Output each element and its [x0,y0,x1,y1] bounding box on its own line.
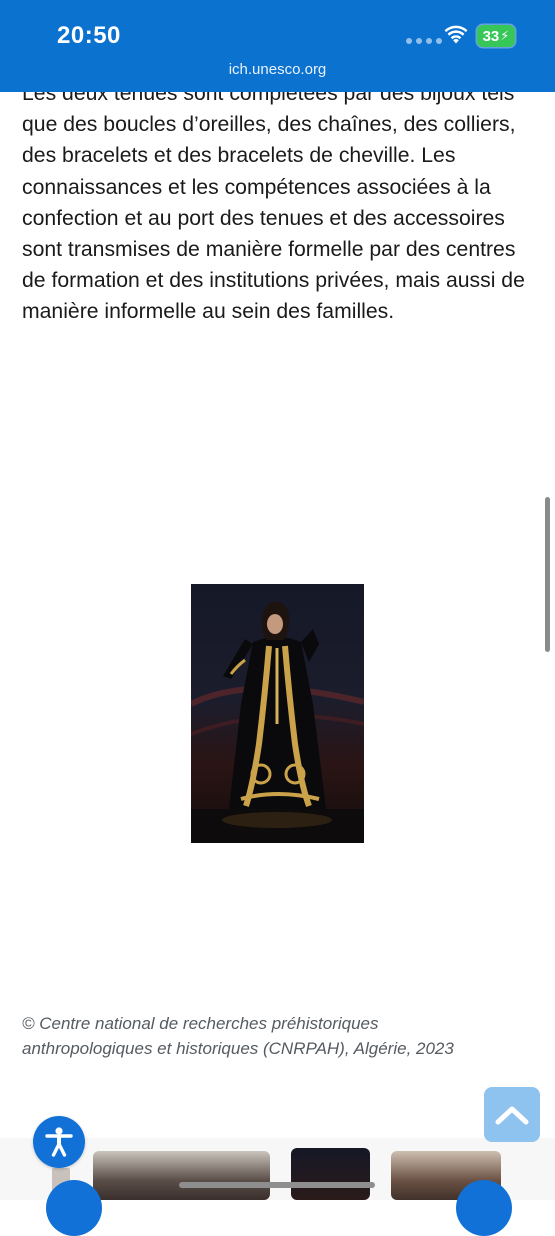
gallery-thumbnail[interactable] [93,1151,270,1200]
gallery-prev-button[interactable] [46,1180,102,1236]
gallery-next-button[interactable] [456,1180,512,1236]
accessibility-icon [45,1127,73,1157]
article-body: Les deux tenues sont complétées par des … [22,78,537,328]
gallery-thumbnail-active[interactable] [291,1148,370,1200]
address-bar-url[interactable]: ich.unesco.org [0,61,555,78]
caftan-figure [191,601,364,843]
accessibility-button[interactable] [33,1116,85,1168]
cellular-signal-icon [406,38,442,44]
battery-charging-icon: 33 ⚡ [477,25,515,47]
wifi-icon [444,25,468,44]
scrollbar[interactable] [545,497,550,652]
caption-line-1: © Centre national de recherches préhisto… [22,1014,379,1033]
home-indicator [179,1182,375,1188]
article-paragraph: Les deux tenues sont complétées par des … [22,82,525,324]
caftan-photo[interactable] [191,584,364,843]
browser-top-bar: 20:50 33 ⚡ ich.unesco.org [0,0,555,92]
back-to-top-button[interactable] [484,1087,540,1142]
battery-level: 33 [482,27,500,45]
chevron-up-icon [495,1106,529,1124]
photo-caption: © Centre national de recherches préhisto… [22,1011,542,1061]
status-time: 20:50 [57,22,121,49]
caption-line-2: anthropologiques et historiques (CNRPAH)… [22,1039,454,1058]
